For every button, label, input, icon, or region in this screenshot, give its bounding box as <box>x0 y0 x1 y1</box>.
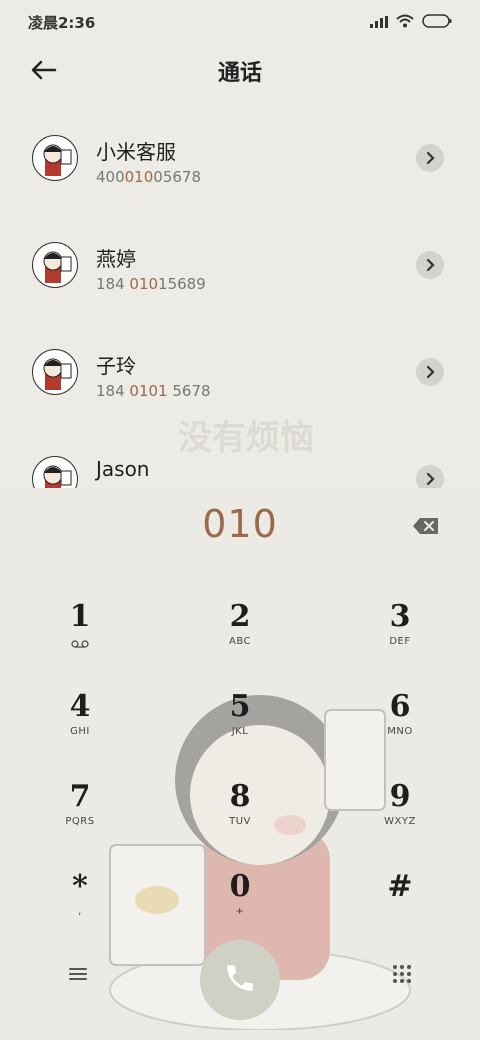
contact-name: 燕婷 <box>96 247 136 271</box>
contact-number: 184 0101 5678 <box>96 382 211 400</box>
signal-icon <box>370 13 388 32</box>
contact-detail-button[interactable] <box>416 358 444 386</box>
contact-detail-button[interactable] <box>416 465 444 488</box>
keypad-key-9[interactable]: 9 WXYZ <box>340 780 460 860</box>
contact-name: 子玲 <box>96 354 136 378</box>
keypad-key-0[interactable]: 0 + <box>180 870 300 950</box>
contact-row[interactable]: 子玲 184 0101 5678 <box>0 322 480 422</box>
contact-detail-button[interactable] <box>416 144 444 172</box>
contact-number: 184 01015689 <box>96 275 206 293</box>
contact-list: 小米客服 40001005678 燕婷 184 01015689 子玲 184 … <box>0 104 480 488</box>
status-icons <box>370 13 452 32</box>
back-button[interactable] <box>28 56 60 88</box>
keypad-toggle-button[interactable] <box>390 962 414 986</box>
keypad-key-2[interactable]: 2 ABC <box>180 600 300 680</box>
keypad-grid-icon <box>390 965 414 990</box>
keypad-key-8[interactable]: 8 TUV <box>180 780 300 860</box>
battery-icon <box>422 13 452 32</box>
backspace-icon <box>412 518 440 540</box>
chevron-right-icon <box>425 256 435 275</box>
avatar <box>32 135 78 181</box>
avatar <box>32 349 78 395</box>
page-title: 通话 <box>217 61 262 86</box>
menu-icon <box>66 968 90 990</box>
contact-name: 小米客服 <box>96 140 176 164</box>
keypad-key-6[interactable]: 6 MNO <box>340 690 460 770</box>
dial-input[interactable]: 010 <box>0 502 480 546</box>
phone-icon <box>223 961 257 999</box>
avatar <box>32 242 78 288</box>
call-button[interactable] <box>200 940 280 1020</box>
status-bar: 凌晨2:36 <box>0 0 480 44</box>
contact-row[interactable]: 燕婷 184 01015689 <box>0 215 480 315</box>
chevron-right-icon <box>425 149 435 168</box>
app-header: 通话 <box>0 44 480 98</box>
status-time: 凌晨2:36 <box>28 13 96 32</box>
chevron-right-icon <box>425 470 435 489</box>
keypad-key-4[interactable]: 4 GHI <box>20 690 140 770</box>
arrow-left-icon <box>31 60 57 84</box>
menu-button[interactable] <box>66 962 90 986</box>
contact-name: Jason <box>96 457 150 481</box>
keypad-key-1[interactable]: 1 <box>20 600 140 680</box>
contact-detail-button[interactable] <box>416 251 444 279</box>
voicemail-icon <box>71 634 89 653</box>
keypad-key-star[interactable]: * , <box>20 870 140 950</box>
contact-row[interactable]: 小米客服 40001005678 <box>0 108 480 208</box>
contact-row[interactable]: Jason <box>0 429 480 488</box>
bottom-bar <box>0 940 480 1020</box>
contact-number: 40001005678 <box>96 168 201 186</box>
keypad-key-3[interactable]: 3 DEF <box>340 600 460 680</box>
wifi-icon <box>396 13 414 32</box>
backspace-button[interactable] <box>412 516 440 536</box>
keypad-key-5[interactable]: 5 JKL <box>180 690 300 770</box>
chevron-right-icon <box>425 363 435 382</box>
keypad-key-hash[interactable]: # <box>340 870 460 950</box>
keypad-key-7[interactable]: 7 PQRS <box>20 780 140 860</box>
avatar <box>32 456 78 488</box>
